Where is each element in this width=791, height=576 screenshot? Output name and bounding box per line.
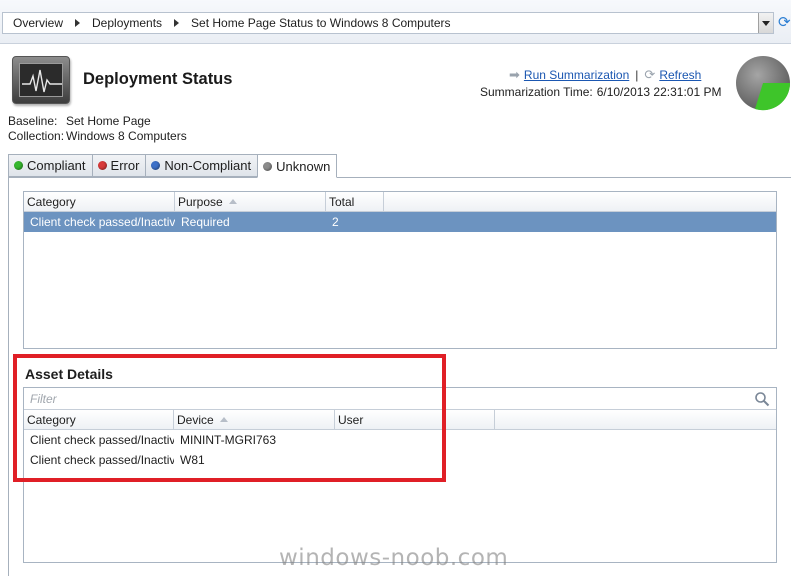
gray-dot-icon [263,161,273,171]
baseline-value: Set Home Page [66,114,151,128]
baseline-row: Baseline: Set Home Page [8,114,151,128]
column-header-user[interactable]: User [335,410,495,429]
sort-ascending-icon [219,417,228,422]
summarization-time: Summarization Time: 6/10/2013 22:31:01 PM [480,85,721,99]
cell-device: W81 [180,453,205,467]
breadcrumb-deployments[interactable]: Deployments [92,16,162,30]
green-dot-icon [14,161,23,170]
breadcrumb-separator-icon [75,19,81,27]
cell-purpose: Required [181,215,230,229]
column-header-total[interactable]: Total [326,192,384,211]
summary-table-header: Category Purpose Total [24,192,776,212]
table-row[interactable]: Client check passed/Inactive MININT-MGRI… [24,430,776,450]
cell-total: 2 [332,215,339,229]
collection-value: Windows 8 Computers [66,129,187,143]
deployment-status-icon [12,56,70,104]
summarization-time-label: Summarization Time: [480,85,593,99]
sort-ascending-icon [228,199,237,204]
blue-dot-icon [151,161,161,170]
asset-details-table: Filter Category Device User Client check… [23,387,777,563]
column-header-category[interactable]: Category [24,410,174,429]
page-title: Deployment Status [83,70,233,88]
tab-error-label: Error [110,158,140,173]
filter-bar[interactable]: Filter [24,388,776,410]
red-dot-icon [97,161,107,170]
cell-category: Client check passed/Inactive [30,433,174,447]
monitor-screen [19,63,63,97]
table-row[interactable]: Client check passed/Inactive Required 2 [24,212,776,232]
asset-details-title: Asset Details [25,366,113,382]
breadcrumb-current[interactable]: Set Home Page Status to Windows 8 Comput… [191,16,450,30]
status-tabs: Compliant Error Non-Compliant Unknown [8,154,338,178]
column-header-device[interactable]: Device [174,410,335,429]
asset-details-header: Category Device User [24,410,776,430]
tab-non-compliant-label: Non-Compliant [164,158,252,173]
refresh-link[interactable]: Refresh [659,68,701,82]
action-separator: | [635,68,639,82]
cell-category: Client check passed/Inactive [30,453,174,467]
cell-device: MININT-MGRI763 [180,433,277,447]
heartbeat-icon [22,69,62,93]
baseline-label: Baseline: [8,114,58,128]
column-header-category[interactable]: Category [24,192,175,211]
tab-unknown-label: Unknown [276,158,331,174]
watermark: windows-noob.com [279,545,509,571]
tab-compliant[interactable]: Compliant [8,154,92,177]
breadcrumb-bar: Overview Deployments Set Home Page Statu… [0,0,791,44]
column-header-purpose[interactable]: Purpose [175,192,326,211]
breadcrumb-dropdown-icon[interactable] [758,13,773,33]
tab-non-compliant[interactable]: Non-Compliant [145,154,258,177]
filter-input[interactable]: Filter [30,392,57,406]
tab-unknown[interactable]: Unknown [257,154,338,178]
collection-label: Collection: [8,129,65,143]
breadcrumb: Overview Deployments Set Home Page Statu… [2,12,774,34]
tab-compliant-label: Compliant [27,158,86,173]
breadcrumb-overview[interactable]: Overview [13,16,63,30]
run-summarization-link[interactable]: Run Summarization [524,68,629,82]
summary-table: Category Purpose Total Client check pass… [23,191,777,349]
refresh-nav-icon[interactable]: ⟳ [778,14,791,32]
search-icon[interactable] [754,391,770,407]
collection-row: Collection: Windows 8 Computers [8,129,187,143]
refresh-icon: ⟳ [644,67,656,82]
summarization-time-value: 6/10/2013 22:31:01 PM [596,85,722,99]
tab-error[interactable]: Error [91,154,146,177]
compliance-pie-chart [735,55,791,111]
top-actions: ➡ Run Summarization | ⟳ Refresh [509,67,701,83]
breadcrumb-separator-icon [174,19,180,27]
table-row[interactable]: Client check passed/Inactive W81 [24,450,776,470]
cell-category: Client check passed/Inactive [30,215,175,229]
run-summarization-icon: ➡ [509,67,520,82]
